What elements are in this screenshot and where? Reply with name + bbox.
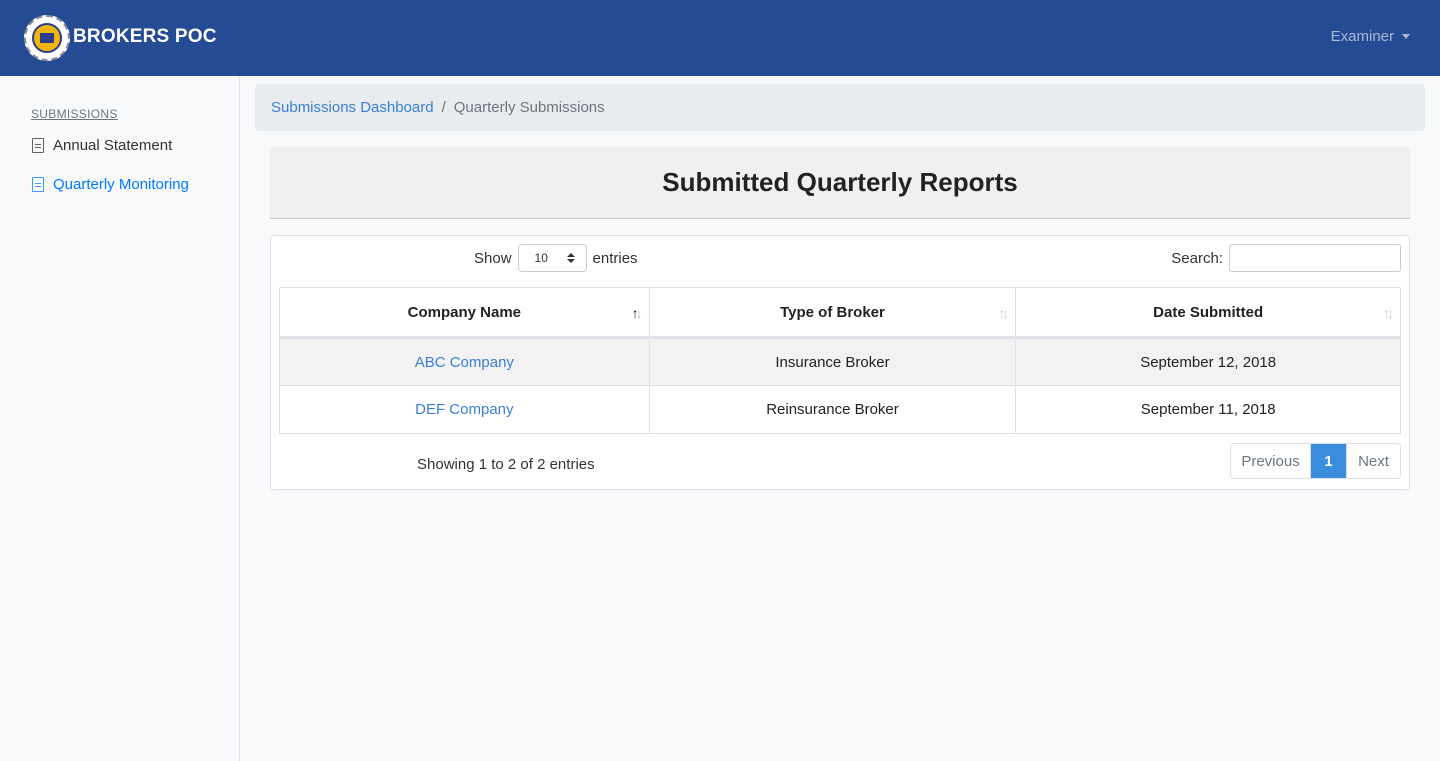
breadcrumb-current: Quarterly Submissions	[453, 99, 605, 116]
entries-length-value: 10	[534, 251, 548, 265]
broker-type-cell: Insurance Broker	[648, 337, 1017, 386]
sidebar: SUBMISSIONS Annual Statement Quarterly M…	[0, 76, 240, 761]
page-header-card: Submitted Quarterly Reports	[270, 147, 1410, 219]
column-header-label: Company Name	[407, 303, 522, 321]
broker-type-cell: Reinsurance Broker	[648, 385, 1017, 434]
sidebar-heading: SUBMISSIONS	[31, 107, 118, 121]
search-label: Search:	[1171, 249, 1223, 267]
top-navbar: BROKERS POC Examiner	[0, 0, 1440, 76]
date-submitted-cell: September 11, 2018	[1015, 385, 1401, 434]
sort-ascending-icon: ↑↓	[631, 305, 643, 321]
column-header-label: Type of Broker	[780, 303, 885, 321]
date-submitted-cell: September 12, 2018	[1015, 337, 1401, 386]
entries-length-select[interactable]: 10	[517, 244, 587, 272]
table-row: DEF Company Reinsurance Broker September…	[279, 385, 1401, 434]
breadcrumb: Submissions Dashboard / Quarterly Submis…	[255, 84, 1425, 131]
column-header-company-name[interactable]: Company Name ↑↓	[279, 287, 650, 339]
sidebar-item-quarterly-monitoring[interactable]: Quarterly Monitoring	[32, 176, 189, 193]
length-suffix-label: entries	[592, 249, 638, 267]
column-header-label: Date Submitted	[1153, 303, 1264, 321]
next-page-button[interactable]: Next	[1346, 444, 1400, 478]
brand-title[interactable]: BROKERS POC	[73, 26, 217, 48]
sidebar-item-label: Quarterly Monitoring	[53, 176, 189, 193]
length-prefix-label: Show	[474, 249, 512, 267]
breadcrumb-link-dashboard[interactable]: Submissions Dashboard	[271, 99, 434, 116]
search-input[interactable]	[1229, 244, 1401, 272]
caret-down-icon	[1402, 34, 1410, 39]
breadcrumb-separator: /	[441, 99, 446, 116]
table-search-control: Search:	[1171, 244, 1401, 272]
company-name-link[interactable]: ABC Company	[279, 337, 650, 386]
column-header-type-of-broker[interactable]: Type of Broker ↑↓	[648, 287, 1017, 339]
reports-table-card: Show 10 entries Search: Company Name ↑↓ …	[270, 235, 1410, 490]
sort-icon: ↑↓	[998, 305, 1009, 321]
column-header-date-submitted[interactable]: Date Submitted ↑↓	[1015, 287, 1401, 339]
select-arrows-icon	[566, 253, 575, 263]
page-1-button[interactable]: 1	[1311, 444, 1346, 478]
entries-length-control: Show 10 entries	[474, 244, 638, 272]
company-name-link[interactable]: DEF Company	[279, 385, 650, 434]
brand-logo-icon[interactable]	[24, 15, 70, 61]
page-title: Submitted Quarterly Reports	[662, 167, 1018, 197]
table-row: ABC Company Insurance Broker September 1…	[279, 337, 1401, 386]
sort-icon: ↑↓	[1383, 305, 1394, 321]
pagination: Previous 1 Next	[1230, 443, 1401, 479]
table-info-text: Showing 1 to 2 of 2 entries	[417, 456, 595, 473]
document-icon	[32, 138, 44, 153]
previous-page-button[interactable]: Previous	[1231, 444, 1311, 478]
reports-table: Company Name ↑↓ Type of Broker ↑↓ Date S…	[279, 287, 1401, 434]
sidebar-item-label: Annual Statement	[53, 137, 173, 154]
document-icon	[32, 177, 44, 192]
user-menu-dropdown[interactable]: Examiner	[1331, 28, 1410, 45]
table-header-row: Company Name ↑↓ Type of Broker ↑↓ Date S…	[279, 287, 1401, 339]
user-menu-label: Examiner	[1330, 28, 1394, 45]
sidebar-item-annual-statement[interactable]: Annual Statement	[32, 137, 172, 154]
